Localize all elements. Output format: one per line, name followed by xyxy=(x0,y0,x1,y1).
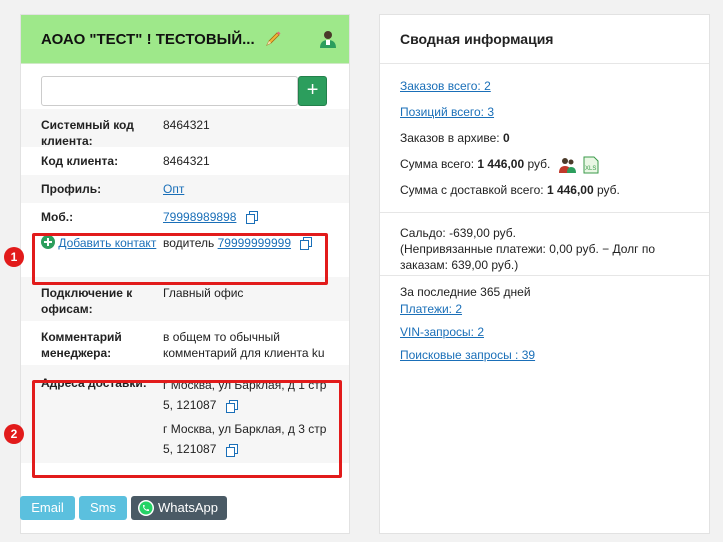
orders-total-link[interactable]: Заказов всего: 2 xyxy=(400,79,491,93)
summary-title: Сводная информация xyxy=(380,15,709,64)
system-code-row: Системный код клиента: 8464321 xyxy=(21,109,349,148)
mobile-row: Моб.: 79998989898 xyxy=(21,203,349,227)
whatsapp-label: WhatsApp xyxy=(158,500,218,515)
client-header: АОАО "ТЕСТ" ! ТЕСТОВЫЙ... xyxy=(21,15,349,64)
delivery-sum-line: Сумма с доставкой всего: 1 446,00 руб. xyxy=(400,182,691,212)
archive-value: 0 xyxy=(502,131,510,145)
offices-value: Главный офис xyxy=(163,286,244,300)
delivery-sum-value: 1 446,00 xyxy=(546,183,594,197)
mobile-label: Моб.: xyxy=(41,210,74,224)
comment-row: Комментарий менеджера: в общем то обычны… xyxy=(21,321,349,365)
people-icon[interactable] xyxy=(558,156,578,174)
pencil-icon[interactable] xyxy=(263,29,283,49)
client-search-input[interactable] xyxy=(41,75,299,106)
summary-card: Сводная информация Заказов всего: 2 Пози… xyxy=(379,14,710,534)
sum-label: Сумма всего: xyxy=(400,157,475,172)
add-button[interactable]: + xyxy=(298,75,327,106)
system-code-value: 8464321 xyxy=(163,118,210,132)
payments-link[interactable]: Платежи: 2 xyxy=(400,302,462,316)
user-icon[interactable] xyxy=(317,28,339,50)
whatsapp-icon xyxy=(137,499,155,517)
profile-label: Профиль: xyxy=(41,182,102,196)
copy-icon[interactable] xyxy=(245,211,258,225)
client-title: АОАО "ТЕСТ" ! ТЕСТОВЫЙ... xyxy=(41,30,255,48)
badge-1: 1 xyxy=(4,247,24,267)
client-code-label: Код клиента: xyxy=(41,154,119,168)
archive-label: Заказов в архиве: xyxy=(400,131,500,145)
saldo-section: Сальдо: -639,00 руб. (Непривязанные плат… xyxy=(380,213,709,275)
email-button[interactable]: Email xyxy=(20,496,75,520)
client-code-row: Код клиента: 8464321 xyxy=(21,147,349,175)
saldo-line-3: заказам: 639,00 руб.) xyxy=(400,258,519,272)
client-code-value: 8464321 xyxy=(163,154,210,168)
highlight-box-contact xyxy=(32,233,328,285)
period-label: За последние 365 дней xyxy=(400,285,531,299)
highlight-box-addresses xyxy=(32,380,342,478)
message-buttons: Email Sms WhatsApp xyxy=(20,496,227,520)
delivery-sum-label: Сумма с доставкой всего: xyxy=(400,183,544,197)
offices-label: Подключение к офисам: xyxy=(41,286,133,316)
vin-requests-link[interactable]: VIN-запросы: 2 xyxy=(400,325,484,339)
client-search-row: + xyxy=(21,64,349,109)
sum-value: 1 446,00 xyxy=(477,157,525,172)
saldo-line-2: (Непривязанные платежи: 0,00 руб. − Долг… xyxy=(400,242,656,256)
badge-2: 2 xyxy=(4,424,24,444)
period-section: За последние 365 дней Платежи: 2 VIN-зап… xyxy=(380,276,709,370)
whatsapp-button[interactable]: WhatsApp xyxy=(131,496,227,520)
svg-text:XLS: XLS xyxy=(585,166,596,172)
delivery-sum-currency: руб. xyxy=(597,183,620,197)
sms-button[interactable]: Sms xyxy=(79,496,127,520)
comment-label: Комментарий менеджера: xyxy=(41,330,122,360)
search-requests-link[interactable]: Поисковые запросы : 39 xyxy=(400,348,535,362)
saldo-line-1: Сальдо: -639,00 руб. xyxy=(400,226,516,240)
sum-line: Сумма всего: 1 446,00 руб. XLS xyxy=(400,156,691,182)
summary-section-main: Заказов всего: 2 Позиций всего: 3 Заказо… xyxy=(380,64,709,212)
sum-currency: руб. xyxy=(527,157,551,172)
system-code-label: Системный код клиента: xyxy=(41,118,134,148)
xls-icon[interactable]: XLS xyxy=(583,156,599,174)
profile-link[interactable]: Опт xyxy=(163,182,184,196)
profile-row: Профиль: Опт xyxy=(21,175,349,203)
comment-value: в общем то обычный комментарий для клиен… xyxy=(163,330,325,360)
positions-total-link[interactable]: Позиций всего: 3 xyxy=(400,105,494,119)
archive-line: Заказов в архиве: 0 xyxy=(400,130,691,156)
mobile-link[interactable]: 79998989898 xyxy=(163,210,236,224)
